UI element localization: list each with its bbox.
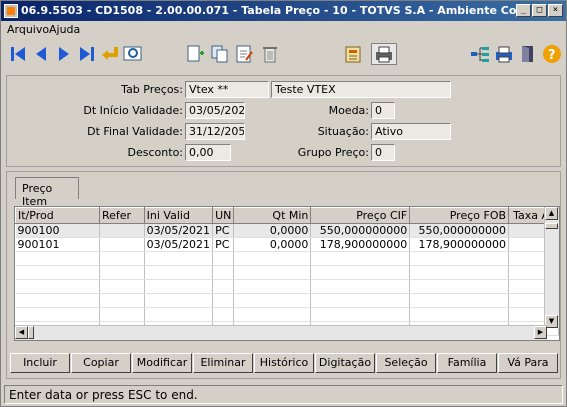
svg-text:?: ?	[548, 48, 556, 63]
empty-row	[15, 293, 559, 308]
edit-icon[interactable]	[234, 43, 256, 65]
scroll-up-icon[interactable]: ▲	[545, 207, 558, 220]
close-button[interactable]: ×	[548, 4, 563, 17]
dt-final-field[interactable]: 31/12/2050	[185, 123, 245, 140]
col-header-refer[interactable]: Refer	[98, 207, 145, 224]
exit-icon[interactable]	[517, 43, 539, 65]
menu-ajuda[interactable]: Ajuda	[49, 23, 80, 36]
delete-icon[interactable]	[259, 43, 281, 65]
tab-precos-desc-field[interactable]: Teste VTEX	[271, 81, 451, 98]
maximize-button[interactable]: □	[532, 4, 547, 17]
menu-bar: Arquivo Ajuda	[1, 22, 566, 38]
desconto-label: Desconto:	[127, 146, 183, 159]
dt-final-label: Dt Final Validade:	[87, 125, 183, 138]
report-icon[interactable]	[343, 43, 365, 65]
last-icon[interactable]	[76, 43, 98, 65]
prev-icon[interactable]	[30, 43, 52, 65]
dt-inicio-field[interactable]: 03/05/2021	[185, 102, 245, 119]
col-header-preco-cif[interactable]: Preço CIF	[310, 207, 411, 224]
va-para-button[interactable]: Vá Para	[498, 353, 558, 373]
tab-precos-label: Tab Preços:	[121, 83, 183, 96]
cell-refer	[99, 237, 145, 252]
col-header-preco-fob[interactable]: Preço FOB	[409, 207, 510, 224]
header-form: Tab Preços: Vtex ** Teste VTEX Dt Início…	[6, 75, 561, 167]
cell-un: PC	[212, 223, 235, 238]
vertical-scrollbar[interactable]: ▲ ▼	[544, 207, 559, 328]
title-bar: 06.9.5503 - CD1508 - 2.00.00.071 - Tabel…	[1, 1, 566, 21]
search-icon[interactable]	[122, 43, 144, 65]
incluir-button[interactable]: Incluir	[10, 353, 70, 373]
next-icon[interactable]	[53, 43, 75, 65]
tree-icon[interactable]	[469, 43, 491, 65]
price-items-grid[interactable]: It/Prod Refer Ini Valid UN Qt Min Preço …	[14, 206, 560, 341]
application-window: 06.9.5503 - CD1508 - 2.00.00.071 - Tabel…	[0, 0, 567, 407]
cell-qt-min: 0,0000	[233, 237, 312, 252]
print-setup-icon[interactable]	[371, 43, 397, 65]
tab-preco-item[interactable]: Preço Item	[15, 177, 79, 208]
situacao-label: Situação:	[317, 125, 369, 138]
selecao-button[interactable]: Seleção	[376, 353, 436, 373]
empty-row	[15, 265, 559, 280]
col-header-it-prod[interactable]: It/Prod	[15, 207, 100, 224]
tab-panel: Preço Item It/Prod Refer Ini Valid UN Qt…	[6, 171, 561, 379]
familia-button[interactable]: Família	[437, 353, 497, 373]
cell-qt-min: 0,0000	[233, 223, 312, 238]
digitacao-button[interactable]: Digitação	[315, 353, 375, 373]
table-row[interactable]: 900101 03/05/2021 PC 0,0000 178,90000000…	[15, 237, 559, 252]
col-header-qt-min[interactable]: Qt Min	[233, 207, 312, 224]
scroll-right-icon[interactable]: ▶	[534, 326, 547, 339]
hscroll-thumb[interactable]	[28, 326, 34, 339]
cell-ini-valid: 03/05/2021	[144, 223, 214, 238]
cell-it-prod: 900101	[15, 237, 100, 252]
col-header-un[interactable]: UN	[212, 207, 235, 224]
eliminar-button[interactable]: Eliminar	[193, 353, 253, 373]
cell-preco-fob: 178,900000000	[409, 237, 510, 252]
print-icon[interactable]	[493, 43, 515, 65]
grupo-preco-field[interactable]: 0	[371, 144, 395, 161]
grid-header-row: It/Prod Refer Ini Valid UN Qt Min Preço …	[15, 207, 559, 224]
empty-row	[15, 251, 559, 266]
cell-preco-fob: 550,000000000	[409, 223, 510, 238]
empty-row	[15, 307, 559, 322]
goto-icon[interactable]	[99, 43, 121, 65]
grupo-preco-label: Grupo Preço:	[297, 146, 369, 159]
cell-it-prod: 900100	[15, 223, 100, 238]
scroll-left-icon[interactable]: ◀	[15, 326, 28, 339]
desconto-field[interactable]: 0,00	[185, 144, 231, 161]
horizontal-scrollbar[interactable]: ◀ ▶	[15, 325, 547, 340]
first-icon[interactable]	[7, 43, 29, 65]
moeda-label: Moeda:	[328, 104, 369, 117]
table-row[interactable]: 900100 03/05/2021 PC 0,0000 550,00000000…	[15, 223, 559, 238]
status-bar: Enter data or press ESC to end.	[4, 385, 563, 404]
scroll-thumb[interactable]	[545, 223, 558, 229]
copy-icon[interactable]	[209, 43, 231, 65]
modificar-button[interactable]: Modificar	[132, 353, 192, 373]
help-icon[interactable]: ?	[541, 43, 563, 65]
empty-row	[15, 279, 559, 294]
cell-ini-valid: 03/05/2021	[144, 237, 214, 252]
grid-table: It/Prod Refer Ini Valid UN Qt Min Preço …	[15, 207, 559, 336]
toolbar: ?	[3, 39, 564, 69]
situacao-field[interactable]: Ativo	[371, 123, 451, 140]
cell-un: PC	[212, 237, 235, 252]
dt-inicio-label: Dt Início Validade:	[83, 104, 183, 117]
cell-refer	[99, 223, 145, 238]
menu-arquivo[interactable]: Arquivo	[7, 23, 49, 36]
cell-preco-cif: 178,900000000	[310, 237, 411, 252]
action-button-bar: Incluir Copiar Modificar Eliminar Histór…	[6, 350, 561, 376]
window-title: 06.9.5503 - CD1508 - 2.00.00.071 - Tabel…	[21, 4, 516, 17]
copiar-button[interactable]: Copiar	[71, 353, 131, 373]
tab-precos-code-field[interactable]: Vtex **	[185, 81, 269, 98]
app-icon	[4, 4, 18, 18]
minimize-button[interactable]: _	[516, 4, 531, 17]
cell-preco-cif: 550,000000000	[310, 223, 411, 238]
historico-button[interactable]: Histórico	[254, 353, 314, 373]
new-icon[interactable]	[184, 43, 206, 65]
col-header-ini-valid[interactable]: Ini Valid	[143, 207, 214, 224]
moeda-field[interactable]: 0	[371, 102, 395, 119]
